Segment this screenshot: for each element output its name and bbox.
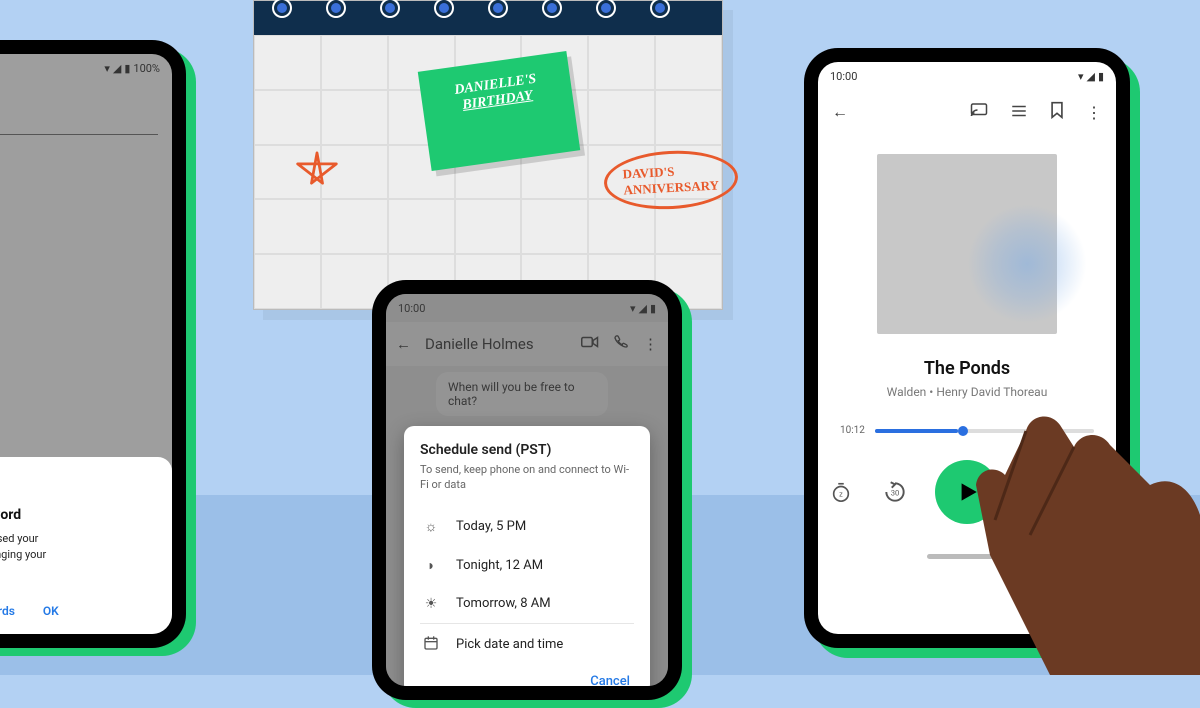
schedule-option-today[interactable]: ☼ Today, 5 PM xyxy=(420,507,634,546)
alert-title: ge your password xyxy=(0,507,156,523)
track-meta: Walden • Henry David Thoreau xyxy=(818,385,1116,399)
progress-bar[interactable] xyxy=(875,429,1094,433)
password-alert-card: ge your password a site or app exposed y… xyxy=(0,457,172,635)
player-toolbar: ← ⋮ xyxy=(818,90,1116,134)
svg-text:z: z xyxy=(839,490,843,499)
alert-body: a site or app exposed your recommends ch… xyxy=(0,531,156,581)
more-icon[interactable]: ⋮ xyxy=(1086,103,1102,122)
wifi-icon: ▾ xyxy=(104,62,110,75)
progress-handle[interactable] xyxy=(958,426,968,436)
bookmark-icon[interactable] xyxy=(1050,101,1064,123)
calendar-binding xyxy=(254,1,722,35)
replay-30-icon[interactable]: 30 xyxy=(881,478,909,506)
calendar-icon xyxy=(422,635,440,655)
warning-icon xyxy=(0,477,156,499)
option-label: Tonight, 12 AM xyxy=(456,558,543,573)
schedule-send-dialog: Schedule send (PST) To send, keep phone … xyxy=(404,426,650,686)
player-controls: z 30 30 xyxy=(818,460,1116,524)
star-doodle xyxy=(294,151,340,209)
svg-text:30: 30 xyxy=(1035,488,1044,497)
schedule-option-tonight[interactable]: ◗ Tonight, 12 AM xyxy=(420,546,634,585)
clock: 10:00 xyxy=(830,70,857,83)
wall-calendar: DANIELLE'S BIRTHDAY DAVID'S ANNIVERSARY xyxy=(253,0,723,310)
elapsed-time: 10:12 xyxy=(840,425,865,436)
album-art[interactable] xyxy=(877,154,1057,334)
ok-button[interactable]: OK xyxy=(43,604,59,618)
cast-icon[interactable] xyxy=(970,102,988,122)
option-label: Pick date and time xyxy=(456,637,563,652)
progress-row: 10:12 xyxy=(818,425,1116,436)
forward-30-icon[interactable]: 30 xyxy=(1025,478,1053,506)
queue-icon[interactable] xyxy=(1010,103,1028,122)
check-passwords-button[interactable]: Check passwords xyxy=(0,604,15,618)
svg-text:30: 30 xyxy=(891,488,900,497)
back-icon[interactable]: ← xyxy=(832,102,848,122)
gesture-pill[interactable] xyxy=(927,554,1007,559)
schedule-option-tomorrow[interactable]: ☀ Tomorrow, 8 AM xyxy=(420,585,634,623)
sleep-timer-icon[interactable]: z xyxy=(827,478,855,506)
track-title: The Ponds xyxy=(818,358,1116,379)
option-label: Tomorrow, 8 AM xyxy=(456,596,551,611)
battery-icon: ▮ xyxy=(1098,70,1104,83)
cancel-button[interactable]: Cancel xyxy=(420,666,634,686)
battery-text: 100% xyxy=(133,62,160,75)
play-button[interactable] xyxy=(935,460,999,524)
dialog-subtitle: To send, keep phone on and connect to Wi… xyxy=(420,462,634,493)
tap-ripple xyxy=(967,204,1087,324)
phone-audio-player: 10:00 ▾ ◢ ▮ ← ⋮ The Ponds Walden • Henry… xyxy=(804,48,1130,648)
phone-messages: 10:00 ▾ ◢ ▮ ← Danielle Holmes ⋮ When wil… xyxy=(372,280,682,700)
url-fragment[interactable]: gle.com xyxy=(0,112,158,135)
wifi-icon: ▾ xyxy=(1078,70,1084,83)
sunrise-icon: ☀ xyxy=(422,596,440,612)
phone-password-check: ▾ ◢ ▮ 100% gle.com ge your password a si… xyxy=(0,40,186,648)
option-label: Today, 5 PM xyxy=(456,519,526,534)
status-bar: 10:00 ▾ ◢ ▮ xyxy=(818,62,1116,90)
moon-icon: ◗ xyxy=(422,557,440,574)
schedule-option-pick[interactable]: Pick date and time xyxy=(420,623,634,666)
signal-icon: ◢ xyxy=(1086,70,1094,83)
dialog-title: Schedule send (PST) xyxy=(420,442,634,458)
status-bar: ▾ ◢ ▮ 100% xyxy=(0,54,172,82)
sticky-note: DANIELLE'S BIRTHDAY xyxy=(418,51,580,171)
signal-icon: ◢ xyxy=(113,62,121,75)
battery-icon: ▮ xyxy=(124,62,130,75)
sun-outline-icon: ☼ xyxy=(422,518,440,535)
